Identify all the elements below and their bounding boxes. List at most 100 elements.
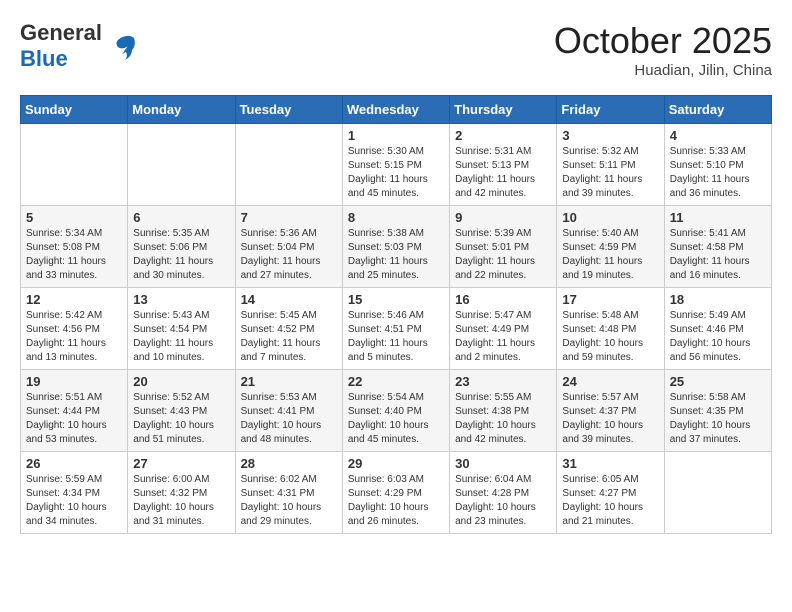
day-info: Sunrise: 5:52 AM Sunset: 4:43 PM Dayligh… [133, 391, 229, 447]
calendar-cell: 19 Sunrise: 5:51 AM Sunset: 4:44 PM Dayli… [21, 370, 128, 452]
weekday-row: SundayMondayTuesdayWednesdayThursdayFrid… [21, 96, 772, 124]
day-info: Sunrise: 5:59 AM Sunset: 4:34 PM Dayligh… [26, 473, 122, 529]
calendar-cell: 30 Sunrise: 6:04 AM Sunset: 4:28 PM Dayli… [450, 452, 557, 534]
calendar-cell: 17 Sunrise: 5:48 AM Sunset: 4:48 PM Dayli… [557, 288, 664, 370]
day-number: 18 [670, 292, 766, 307]
calendar-cell: 26 Sunrise: 5:59 AM Sunset: 4:34 PM Dayli… [21, 452, 128, 534]
day-info: Sunrise: 5:36 AM Sunset: 5:04 PM Dayligh… [241, 227, 337, 283]
day-number: 19 [26, 374, 122, 389]
day-info: Sunrise: 6:00 AM Sunset: 4:32 PM Dayligh… [133, 473, 229, 529]
calendar-week-1: 1Sunrise: 5:30 AM Sunset: 5:15 PM Daylig… [21, 124, 772, 206]
day-number: 26 [26, 456, 122, 471]
day-number: 9 [455, 210, 551, 225]
day-number: 7 [241, 210, 337, 225]
day-info: Sunrise: 5:34 AM Sunset: 5:08 PM Dayligh… [26, 227, 122, 283]
calendar-cell: 20Sunrise: 5:52 AM Sunset: 4:43 PM Dayli… [128, 370, 235, 452]
day-info: Sunrise: 5:51 AM Sunset: 4:44 PM Dayligh… [26, 391, 122, 447]
day-info: Sunrise: 5:41 AM Sunset: 4:58 PM Dayligh… [670, 227, 766, 283]
day-number: 31 [562, 456, 658, 471]
logo-general: General [20, 20, 102, 45]
calendar-cell: 22 Sunrise: 5:54 AM Sunset: 4:40 PM Dayli… [342, 370, 449, 452]
calendar-week-3: 12Sunrise: 5:42 AM Sunset: 4:56 PM Dayli… [21, 288, 772, 370]
calendar-cell: 5 Sunrise: 5:34 AM Sunset: 5:08 PM Daylig… [21, 206, 128, 288]
weekday-header-wednesday: Wednesday [342, 96, 449, 124]
calendar-table: SundayMondayTuesdayWednesdayThursdayFrid… [20, 95, 772, 534]
day-info: Sunrise: 5:53 AM Sunset: 4:41 PM Dayligh… [241, 391, 337, 447]
day-number: 16 [455, 292, 551, 307]
day-number: 2 [455, 128, 551, 143]
day-number: 27 [133, 456, 229, 471]
calendar-header: SundayMondayTuesdayWednesdayThursdayFrid… [21, 96, 772, 124]
day-info: Sunrise: 5:39 AM Sunset: 5:01 PM Dayligh… [455, 227, 551, 283]
calendar-cell [128, 124, 235, 206]
day-info: Sunrise: 5:43 AM Sunset: 4:54 PM Dayligh… [133, 309, 229, 365]
day-info: Sunrise: 5:35 AM Sunset: 5:06 PM Dayligh… [133, 227, 229, 283]
day-number: 10 [562, 210, 658, 225]
day-number: 23 [455, 374, 551, 389]
weekday-header-saturday: Saturday [664, 96, 771, 124]
calendar-week-4: 19 Sunrise: 5:51 AM Sunset: 4:44 PM Dayli… [21, 370, 772, 452]
day-number: 22 [348, 374, 444, 389]
calendar-cell: 31 Sunrise: 6:05 AM Sunset: 4:27 PM Dayli… [557, 452, 664, 534]
day-number: 21 [241, 374, 337, 389]
calendar-cell: 18Sunrise: 5:49 AM Sunset: 4:46 PM Dayli… [664, 288, 771, 370]
weekday-header-tuesday: Tuesday [235, 96, 342, 124]
calendar-cell: 14 Sunrise: 5:45 AM Sunset: 4:52 PM Dayli… [235, 288, 342, 370]
calendar-week-5: 26 Sunrise: 5:59 AM Sunset: 4:34 PM Dayli… [21, 452, 772, 534]
calendar-cell: 27 Sunrise: 6:00 AM Sunset: 4:32 PM Dayli… [128, 452, 235, 534]
weekday-header-monday: Monday [128, 96, 235, 124]
logo: General Blue [20, 20, 138, 72]
location: Huadian, Jilin, China [554, 62, 772, 79]
weekday-header-friday: Friday [557, 96, 664, 124]
calendar-cell: 7 Sunrise: 5:36 AM Sunset: 5:04 PM Daylig… [235, 206, 342, 288]
day-number: 25 [670, 374, 766, 389]
day-info: Sunrise: 6:05 AM Sunset: 4:27 PM Dayligh… [562, 473, 658, 529]
day-number: 5 [26, 210, 122, 225]
day-number: 17 [562, 292, 658, 307]
calendar-body: 1Sunrise: 5:30 AM Sunset: 5:15 PM Daylig… [21, 124, 772, 534]
day-number: 8 [348, 210, 444, 225]
calendar-cell [21, 124, 128, 206]
calendar-cell [235, 124, 342, 206]
title-block: October 2025 Huadian, Jilin, China [554, 20, 772, 79]
calendar-cell: 1Sunrise: 5:30 AM Sunset: 5:15 PM Daylig… [342, 124, 449, 206]
day-info: Sunrise: 6:03 AM Sunset: 4:29 PM Dayligh… [348, 473, 444, 529]
logo-bird-icon [106, 30, 138, 62]
day-info: Sunrise: 5:47 AM Sunset: 4:49 PM Dayligh… [455, 309, 551, 365]
day-number: 1 [348, 128, 444, 143]
day-number: 28 [241, 456, 337, 471]
calendar-cell: 3Sunrise: 5:32 AM Sunset: 5:11 PM Daylig… [557, 124, 664, 206]
logo-blue: Blue [20, 46, 68, 71]
day-info: Sunrise: 5:38 AM Sunset: 5:03 PM Dayligh… [348, 227, 444, 283]
weekday-header-sunday: Sunday [21, 96, 128, 124]
calendar-cell: 25Sunrise: 5:58 AM Sunset: 4:35 PM Dayli… [664, 370, 771, 452]
calendar-cell: 11Sunrise: 5:41 AM Sunset: 4:58 PM Dayli… [664, 206, 771, 288]
calendar-cell [664, 452, 771, 534]
day-number: 14 [241, 292, 337, 307]
day-info: Sunrise: 5:55 AM Sunset: 4:38 PM Dayligh… [455, 391, 551, 447]
calendar-cell: 9 Sunrise: 5:39 AM Sunset: 5:01 PM Daylig… [450, 206, 557, 288]
day-info: Sunrise: 5:45 AM Sunset: 4:52 PM Dayligh… [241, 309, 337, 365]
calendar-cell: 28Sunrise: 6:02 AM Sunset: 4:31 PM Dayli… [235, 452, 342, 534]
day-info: Sunrise: 5:32 AM Sunset: 5:11 PM Dayligh… [562, 145, 658, 201]
day-number: 30 [455, 456, 551, 471]
day-info: Sunrise: 5:40 AM Sunset: 4:59 PM Dayligh… [562, 227, 658, 283]
calendar-cell: 8 Sunrise: 5:38 AM Sunset: 5:03 PM Daylig… [342, 206, 449, 288]
day-info: Sunrise: 5:54 AM Sunset: 4:40 PM Dayligh… [348, 391, 444, 447]
day-info: Sunrise: 5:46 AM Sunset: 4:51 PM Dayligh… [348, 309, 444, 365]
day-info: Sunrise: 5:31 AM Sunset: 5:13 PM Dayligh… [455, 145, 551, 201]
calendar-cell: 15 Sunrise: 5:46 AM Sunset: 4:51 PM Dayli… [342, 288, 449, 370]
day-info: Sunrise: 5:48 AM Sunset: 4:48 PM Dayligh… [562, 309, 658, 365]
calendar-cell: 21 Sunrise: 5:53 AM Sunset: 4:41 PM Dayli… [235, 370, 342, 452]
day-number: 29 [348, 456, 444, 471]
calendar-cell: 12Sunrise: 5:42 AM Sunset: 4:56 PM Dayli… [21, 288, 128, 370]
month-title: October 2025 [554, 20, 772, 62]
calendar-cell: 13Sunrise: 5:43 AM Sunset: 4:54 PM Dayli… [128, 288, 235, 370]
calendar-cell: 23 Sunrise: 5:55 AM Sunset: 4:38 PM Dayli… [450, 370, 557, 452]
day-number: 12 [26, 292, 122, 307]
day-number: 24 [562, 374, 658, 389]
day-info: Sunrise: 6:04 AM Sunset: 4:28 PM Dayligh… [455, 473, 551, 529]
day-number: 15 [348, 292, 444, 307]
calendar-cell: 4Sunrise: 5:33 AM Sunset: 5:10 PM Daylig… [664, 124, 771, 206]
calendar-cell: 16 Sunrise: 5:47 AM Sunset: 4:49 PM Dayli… [450, 288, 557, 370]
